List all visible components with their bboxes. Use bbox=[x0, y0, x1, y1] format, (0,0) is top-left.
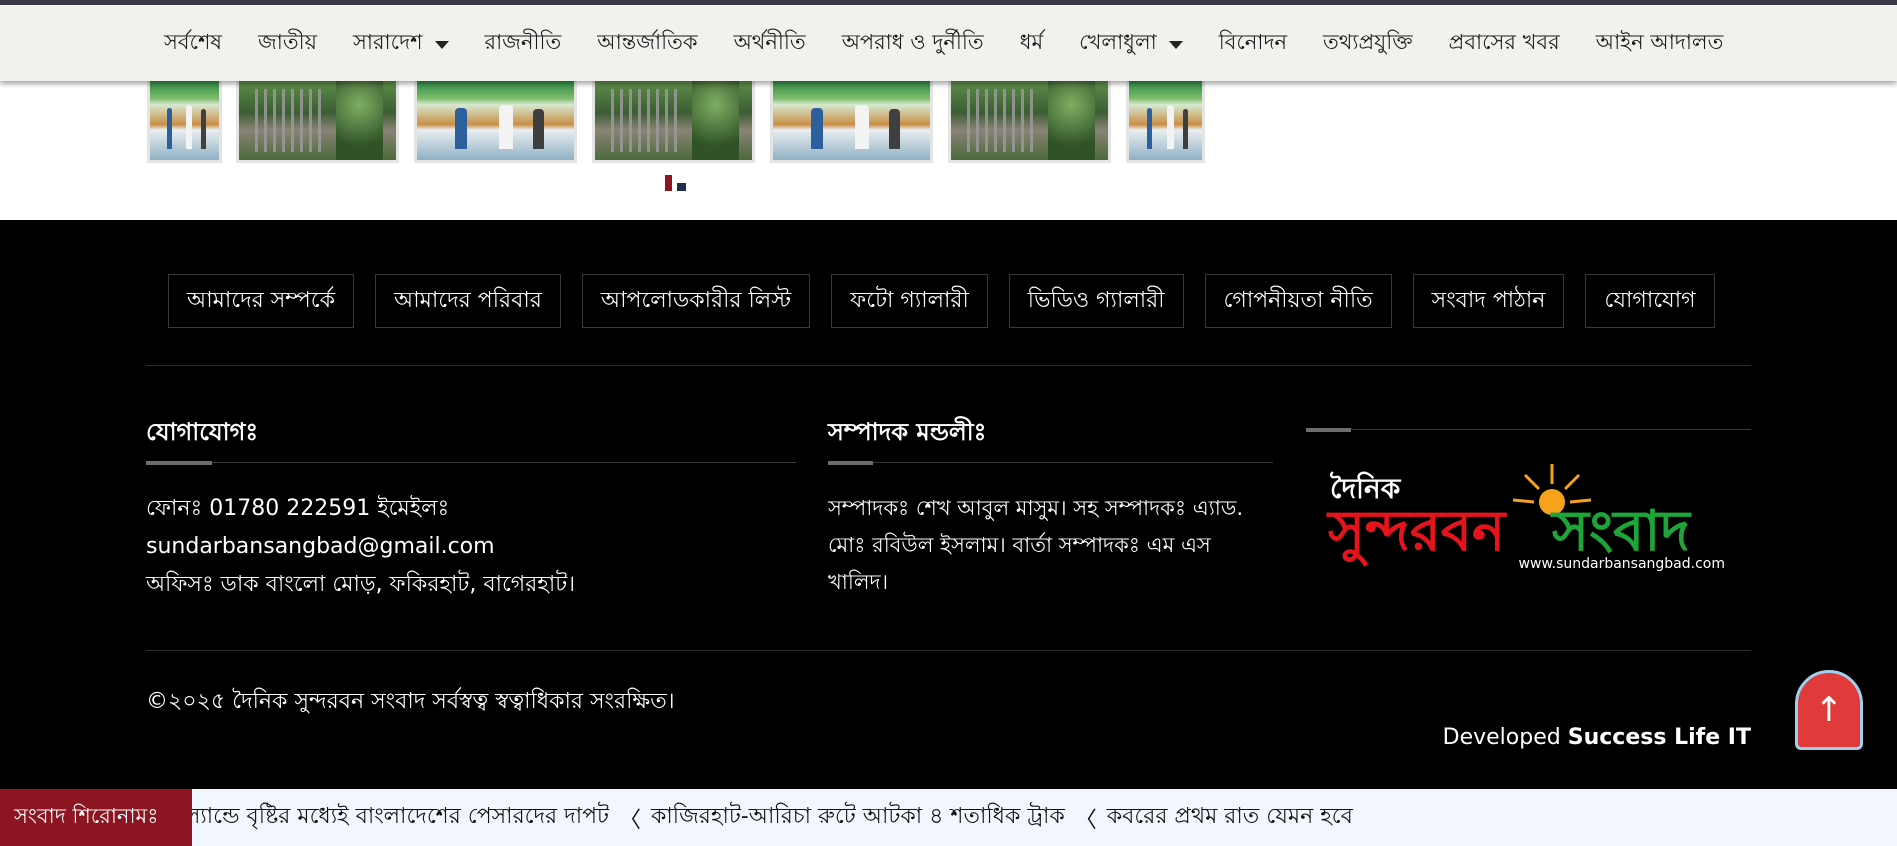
footer-link-video-gallery[interactable]: ভিডিও গ্যালারী bbox=[1008, 274, 1184, 328]
editors-title: সম্পাদক মন্ডলীঃ bbox=[828, 418, 987, 446]
gallery-thumbnail[interactable] bbox=[948, 81, 1111, 163]
gallery-thumbnail[interactable] bbox=[770, 81, 933, 163]
gallery-thumbnail[interactable] bbox=[1126, 81, 1205, 163]
footer-link-uploaders[interactable]: আপলোডকারীর লিস্ট bbox=[581, 274, 811, 328]
gallery-thumbnail[interactable] bbox=[414, 81, 577, 163]
contact-title: যোগাযোগঃ bbox=[146, 418, 259, 446]
footer-link-photo-gallery[interactable]: ফটো গ্যালারী bbox=[831, 274, 988, 328]
nav-item-economy[interactable]: অর্থনীতি bbox=[734, 26, 806, 61]
main-navigation: সর্বশেষ জাতীয় সারাদেশ রাজনীতি আন্তর্জাত… bbox=[0, 5, 1897, 81]
footer-menu: আমাদের সম্পর্কে আমাদের পরিবার আপলোডকারীর… bbox=[168, 274, 1736, 328]
nav-item-crime[interactable]: অপরাধ ও দুর্নীতি bbox=[842, 26, 984, 61]
nav-item-entertainment[interactable]: বিনোদন bbox=[1219, 26, 1287, 61]
footer-divider bbox=[146, 365, 1751, 366]
nav-item-law[interactable]: আইন আদালত bbox=[1596, 26, 1724, 61]
footer-link-family[interactable]: আমাদের পরিবার bbox=[375, 274, 561, 328]
copyright-text: ©২০২৫ দৈনিক সুন্দরবন সংবাদ সর্বস্বত্ব স্… bbox=[146, 689, 675, 714]
chevron-down-icon[interactable] bbox=[1168, 41, 1183, 49]
scroll-to-top-button[interactable]: ↑ bbox=[1795, 670, 1863, 750]
site-logo[interactable]: দৈনিক সুন্দরবন সংবাদ www.sundarbansangba… bbox=[1320, 462, 1740, 572]
nav-item-national[interactable]: জাতীয় bbox=[258, 26, 317, 61]
contact-office-address: অফিসঃ ডাক বাংলো মোড়, ফকিরহাট, বাগেরহাট। bbox=[146, 572, 576, 597]
nav-item-sports[interactable]: খেলাধুলা bbox=[1079, 26, 1183, 61]
photo-gallery-carousel bbox=[0, 81, 1897, 220]
footer-divider bbox=[146, 650, 1751, 651]
developer-link[interactable]: Success Life IT bbox=[1568, 725, 1751, 750]
gallery-thumbnail[interactable] bbox=[147, 81, 222, 163]
carousel-pagination bbox=[665, 175, 686, 191]
gallery-thumbnail[interactable] bbox=[592, 81, 755, 163]
news-ticker: সংবাদ শিরোনামঃ ল্যান্ডে বৃষ্টির মধ্যেই ব… bbox=[0, 789, 1897, 846]
nav-item-religion[interactable]: ধর্ম bbox=[1020, 26, 1043, 61]
editors-info: সম্পাদকঃ শেখ আবুল মাসুম। সহ সম্পাদকঃ এ্য… bbox=[828, 496, 1244, 594]
arrow-up-icon: ↑ bbox=[1814, 690, 1844, 730]
contact-title-rule bbox=[146, 461, 796, 465]
nav-item-latest[interactable]: সর্বশেষ bbox=[164, 26, 222, 61]
ticker-headline[interactable]: কাজিরহাট-আরিচা রুটে আটকা ৪ শতাধিক ট্রাক bbox=[651, 799, 1065, 836]
footer-link-privacy[interactable]: গোপনীয়তা নীতি bbox=[1204, 274, 1392, 328]
carousel-dot[interactable] bbox=[677, 183, 686, 191]
footer-link-contact[interactable]: যোগাযোগ bbox=[1585, 274, 1715, 328]
editors-title-rule bbox=[828, 461, 1273, 465]
developer-credit: Developed Success Life IT bbox=[1442, 725, 1751, 750]
footer-link-about[interactable]: আমাদের সম্পর্কে bbox=[168, 274, 355, 328]
contact-phone-email: ফোনঃ 01780 222591 ইমেইলঃ sundarbansangba… bbox=[146, 496, 495, 559]
nav-item-international[interactable]: আন্তর্জাতিক bbox=[597, 26, 697, 61]
footer-link-send-news[interactable]: সংবাদ পাঠান bbox=[1412, 274, 1565, 328]
nav-item-expat[interactable]: প্রবাসের খবর bbox=[1449, 26, 1560, 61]
contact-info: ফোনঃ 01780 222591 ইমেইলঃ sundarbansangba… bbox=[146, 490, 796, 604]
chevron-down-icon[interactable] bbox=[434, 41, 449, 49]
nav-item-country[interactable]: সারাদেশ bbox=[353, 26, 449, 61]
ticker-track: ল্যান্ডে বৃষ্টির মধ্যেই বাংলাদেশের পেসার… bbox=[192, 789, 1897, 846]
logo-word-1: সুন্দরবন bbox=[1326, 498, 1508, 567]
gallery-track bbox=[147, 81, 1205, 166]
logo-url: www.sundarbansangbad.com bbox=[1519, 556, 1725, 572]
nav-item-politics[interactable]: রাজনীতি bbox=[485, 26, 562, 61]
ticker-separator-icon: 〈 bbox=[1074, 807, 1097, 833]
nav-item-technology[interactable]: তথ্যপ্রযুক্তি bbox=[1323, 26, 1413, 61]
logo-column-rule bbox=[1306, 428, 1751, 432]
gallery-thumbnail[interactable] bbox=[236, 81, 399, 163]
ticker-headline[interactable]: কবরের প্রথম রাত যেমন হবে bbox=[1107, 799, 1353, 836]
logo-word-2: সংবাদ bbox=[1550, 498, 1693, 564]
ticker-headline[interactable]: ল্যান্ডে বৃষ্টির মধ্যেই বাংলাদেশের পেসার… bbox=[192, 799, 609, 836]
carousel-dot-active[interactable] bbox=[665, 175, 672, 191]
ticker-separator-icon: 〈 bbox=[619, 807, 642, 833]
ticker-label: সংবাদ শিরোনামঃ bbox=[0, 789, 192, 846]
